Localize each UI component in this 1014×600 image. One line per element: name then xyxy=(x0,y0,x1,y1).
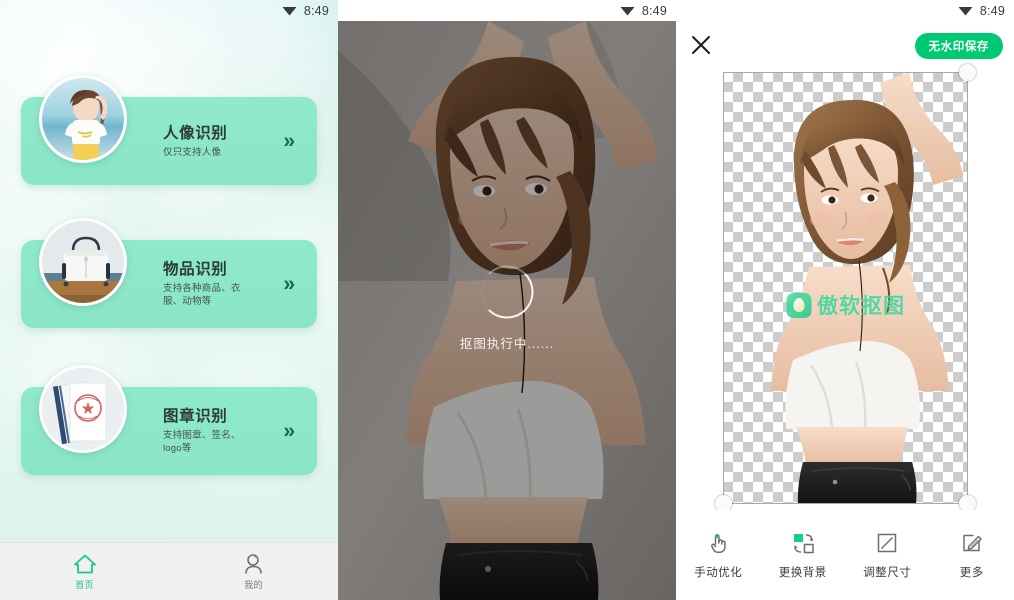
swap-background-icon xyxy=(793,533,814,553)
edit-pencil-icon xyxy=(963,534,982,551)
result-canvas[interactable]: 傲软抠图 xyxy=(715,64,976,512)
home-screen: 8:49 人像识别 仅只支持人像 » 物品识别 支持各种商品、衣服、动物等 » … xyxy=(0,0,338,600)
sidebar-item-mine[interactable]: 我的 xyxy=(169,543,338,600)
feature-card-subtitle: 支持各种商品、衣服、动物等 xyxy=(163,283,241,307)
processing-status-text: 抠图执行中...... xyxy=(459,337,555,351)
bottom-tab-bar: 首页 我的 xyxy=(0,542,338,600)
status-time: 8:49 xyxy=(303,3,329,18)
tab-label-home: 首页 xyxy=(75,579,94,590)
sidebar-item-home[interactable]: 首页 xyxy=(0,543,169,600)
double-chevron-right-icon[interactable]: » xyxy=(283,421,295,442)
person-icon xyxy=(244,553,262,574)
feature-card-portrait[interactable]: 人像识别 仅只支持人像 » xyxy=(21,75,317,185)
feature-card-subtitle: 支持图章、签名、logo等 xyxy=(163,430,241,454)
processing-screen: 8:49 抠图执行中...... xyxy=(338,0,676,600)
tool-label-manual-refine: 手动优化 xyxy=(694,566,743,579)
app-logo-icon xyxy=(786,292,811,318)
tool-change-background[interactable]: 更换背景 xyxy=(761,531,846,580)
feature-card-stamp-text: 图章识别 支持图章、签名、logo等 xyxy=(163,387,255,475)
tool-more[interactable]: 更多 xyxy=(930,531,1014,580)
portrait-thumbnail-art xyxy=(42,78,124,160)
tab-label-mine: 我的 xyxy=(244,579,263,590)
save-without-watermark-button[interactable]: 无水印保存 xyxy=(914,33,1003,59)
feature-card-title: 图章识别 xyxy=(163,408,228,425)
hand-pointer-icon xyxy=(711,533,726,553)
feature-card-stamp[interactable]: 图章识别 支持图章、签名、logo等 » xyxy=(21,365,317,475)
loading-spinner-icon xyxy=(480,265,534,319)
portrait-thumbnail xyxy=(39,75,127,163)
tool-label-change-background: 更换背景 xyxy=(778,566,827,579)
tool-manual-refine[interactable]: 手动优化 xyxy=(676,531,761,580)
double-chevron-right-icon[interactable]: » xyxy=(283,274,295,295)
feature-card-object-text: 物品识别 支持各种商品、衣服、动物等 xyxy=(163,240,255,328)
stamp-document-thumbnail-art xyxy=(42,368,124,450)
result-toolbar: 手动优化 更换背景 调整尺寸 更多 xyxy=(676,510,1014,600)
handbag-thumbnail-art xyxy=(42,221,124,303)
stamp-document-thumbnail xyxy=(39,365,127,453)
home-icon xyxy=(73,554,96,573)
feature-card-title: 人像识别 xyxy=(163,124,228,142)
resize-icon xyxy=(878,533,897,552)
result-screen: 8:49 无水印保存 傲软抠图 手动优化 更换背景 调整尺寸 更多 xyxy=(676,0,1014,600)
status-time: 8:49 xyxy=(641,3,667,18)
tool-resize[interactable]: 调整尺寸 xyxy=(845,531,930,580)
watermark-text: 傲软抠图 xyxy=(817,295,905,318)
status-bar-processing: 8:49 xyxy=(338,0,676,21)
status-time: 8:49 xyxy=(979,3,1005,18)
feature-card-portrait-text: 人像识别 仅只支持人像 xyxy=(163,97,227,185)
feature-card-title: 物品识别 xyxy=(163,261,228,278)
cutout-photo-art xyxy=(771,72,963,504)
close-icon[interactable] xyxy=(688,32,714,58)
result-header: 无水印保存 xyxy=(676,21,1014,69)
status-bar-home: 8:49 xyxy=(0,0,338,21)
wifi-icon xyxy=(282,7,297,16)
tool-label-resize: 调整尺寸 xyxy=(863,566,912,579)
status-bar-result: 8:49 xyxy=(676,0,1014,21)
wifi-icon xyxy=(958,7,973,16)
double-chevron-right-icon[interactable]: » xyxy=(283,131,295,152)
wifi-icon xyxy=(620,7,635,16)
handbag-thumbnail xyxy=(39,218,127,306)
feature-card-subtitle: 仅只支持人像 xyxy=(163,146,222,158)
cutout-photo xyxy=(723,72,968,504)
feature-card-object[interactable]: 物品识别 支持各种商品、衣服、动物等 » xyxy=(21,218,317,328)
tool-label-more: 更多 xyxy=(959,566,984,579)
home-card-list: 人像识别 仅只支持人像 » 物品识别 支持各种商品、衣服、动物等 » 图章识别 … xyxy=(0,21,338,542)
watermark: 傲软抠图 xyxy=(786,290,905,320)
